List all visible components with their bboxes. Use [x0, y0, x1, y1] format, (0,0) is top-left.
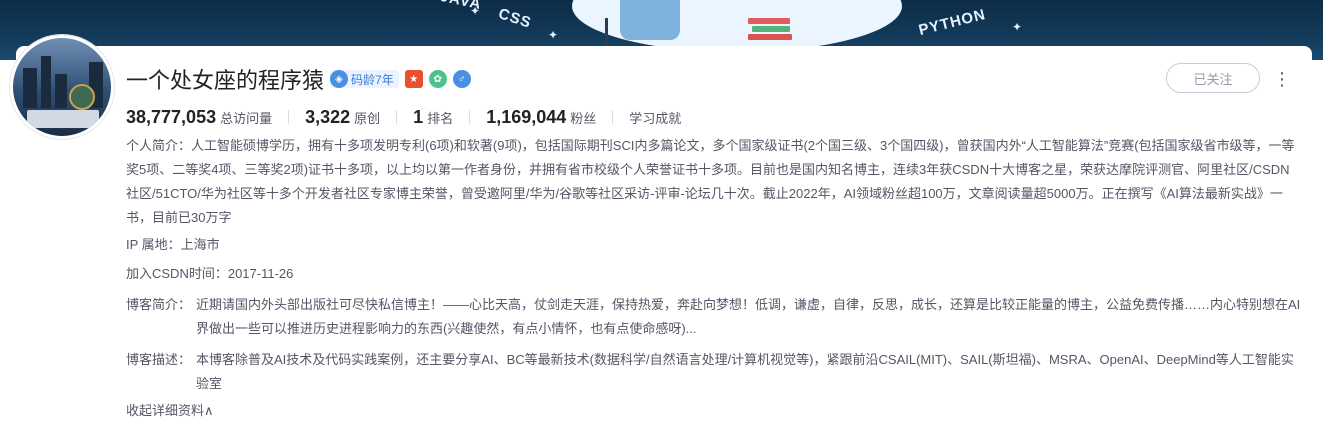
more-options-icon[interactable]: ⋮ [1273, 66, 1291, 92]
globe-icon [69, 84, 95, 110]
stat-value: 3,322 [305, 106, 351, 127]
divider [288, 110, 290, 124]
stat-label: 原创 [354, 110, 381, 126]
achievements-link[interactable]: 学习成就 [629, 108, 681, 127]
community-icon[interactable]: ✿ [428, 70, 447, 88]
blog-intro-text: 近期请国内外头部出版社可尽快私信博主！——心比天高，仗剑走天涯，保持热爱，奔赴向… [196, 297, 1301, 336]
join-date: 加入CSDN时间：2017-11-26 [126, 266, 294, 281]
shield-icon: ◈ [330, 70, 349, 88]
stat-original[interactable]: 3,322 原创 [305, 107, 380, 128]
banner-word: PYTHON [916, 5, 988, 40]
banner-word: JAVA [438, 0, 484, 14]
stat-label: 粉丝 [570, 110, 597, 126]
avatar[interactable] [10, 35, 114, 139]
divider [396, 110, 398, 124]
blog-description: 博客描述： 本博客除普及AI技术及代码实践案例，还主要分享AI、BC等最新技术(… [126, 348, 1302, 396]
stat-total-views[interactable]: 38,777,053 总访问量 [126, 107, 272, 128]
stat-value: 38,777,053 [126, 106, 217, 127]
blog-desc-text: 本博客除普及AI技术及代码实践案例，还主要分享AI、BC等最新技术(数据科学/自… [196, 352, 1294, 391]
code-age-badge[interactable]: ◈ 码龄7年 [330, 70, 399, 88]
books-illustration [748, 18, 792, 42]
profile-name[interactable]: 一个处女座的程序猿 [126, 63, 324, 95]
ip-location: IP 属地：上海市 [126, 237, 220, 252]
stat-fans[interactable]: 1,169,044 粉丝 [486, 107, 596, 128]
personal-intro: 个人简介：人工智能硕博学历，拥有十多项发明专利(6项)和软著(9项)，包括国际期… [126, 138, 1295, 225]
stats-bar: 38,777,053 总访问量 3,322 原创 1 排名 1,169,044 … [126, 106, 681, 128]
blog-desc-label: 博客描述： [126, 352, 192, 367]
stat-label: 排名 [427, 110, 454, 126]
follow-button[interactable]: 已关注 [1166, 63, 1260, 93]
code-age-label: 码龄7年 [351, 72, 394, 87]
name-row: 一个处女座的程序猿 ◈ 码龄7年 ★ ✿ ♂ [126, 63, 471, 95]
blog-intro: 博客简介： 近期请国内外头部出版社可尽快私信博主！——心比天高，仗剑走天涯，保持… [126, 293, 1302, 341]
blog-intro-label: 博客简介： [126, 297, 192, 312]
divider [469, 110, 471, 124]
divider [612, 110, 614, 124]
stat-label: 总访问量 [220, 110, 273, 126]
collapse-details-link[interactable]: 收起详细资料∧ [126, 399, 214, 423]
gender-male-icon[interactable]: ♂ [452, 70, 471, 88]
blog-expert-icon[interactable]: ★ [404, 70, 423, 88]
star-icon: ✦ [1012, 20, 1023, 34]
stat-value: 1,169,044 [486, 106, 567, 127]
stat-rank[interactable]: 1 排名 [413, 107, 453, 128]
stat-value: 1 [413, 106, 424, 127]
banner-word: CSS [496, 5, 534, 32]
star-icon: ✦ [548, 28, 559, 42]
